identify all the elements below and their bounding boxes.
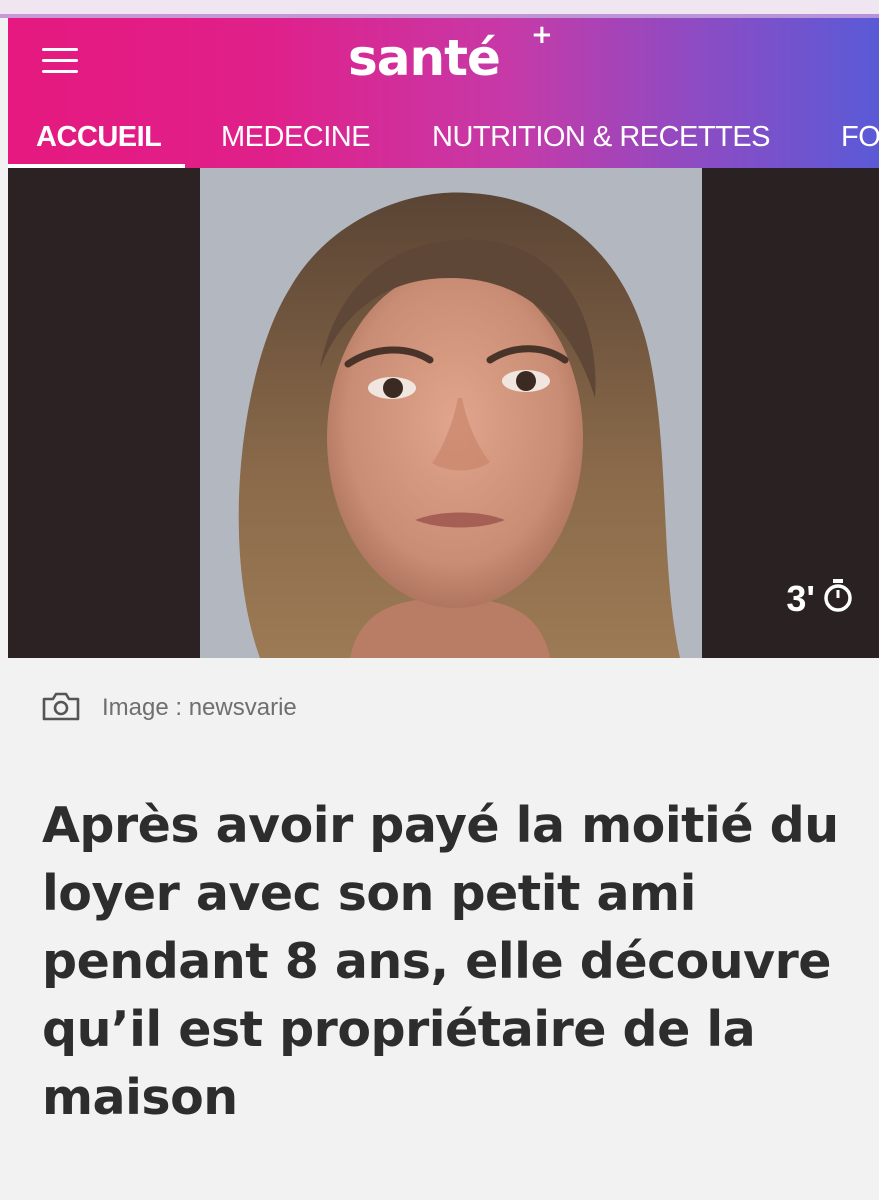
- site-logo[interactable]: santé: [348, 28, 501, 88]
- portrait-photo: [200, 168, 702, 658]
- nav-tab-medecine[interactable]: MEDECINE: [221, 114, 371, 168]
- stopwatch-icon: [823, 578, 853, 620]
- main-nav: ACCUEIL MEDECINE NUTRITION & RECETTES FO: [8, 114, 879, 168]
- image-caption: Image : newsvarie: [42, 690, 297, 726]
- read-time-badge: 3': [786, 578, 853, 620]
- read-time-value: 3': [786, 578, 815, 619]
- top-strip: [0, 0, 879, 18]
- camera-icon: [42, 691, 80, 726]
- site-logo-plus: +: [531, 20, 553, 50]
- site-header: santé + ACCUEIL MEDECINE NUTRITION & REC…: [8, 18, 879, 168]
- hamburger-menu-icon[interactable]: [38, 40, 84, 80]
- caption-text: Image : newsvarie: [102, 694, 297, 721]
- nav-tab-nutrition-recettes[interactable]: NUTRITION & RECETTES: [432, 114, 771, 168]
- nav-tab-fo[interactable]: FO: [841, 114, 879, 168]
- article-hero-image[interactable]: 3': [8, 168, 879, 658]
- nav-tab-accueil[interactable]: ACCUEIL: [36, 114, 162, 168]
- article-headline[interactable]: Après avoir payé la moitié du loyer avec…: [42, 792, 862, 1132]
